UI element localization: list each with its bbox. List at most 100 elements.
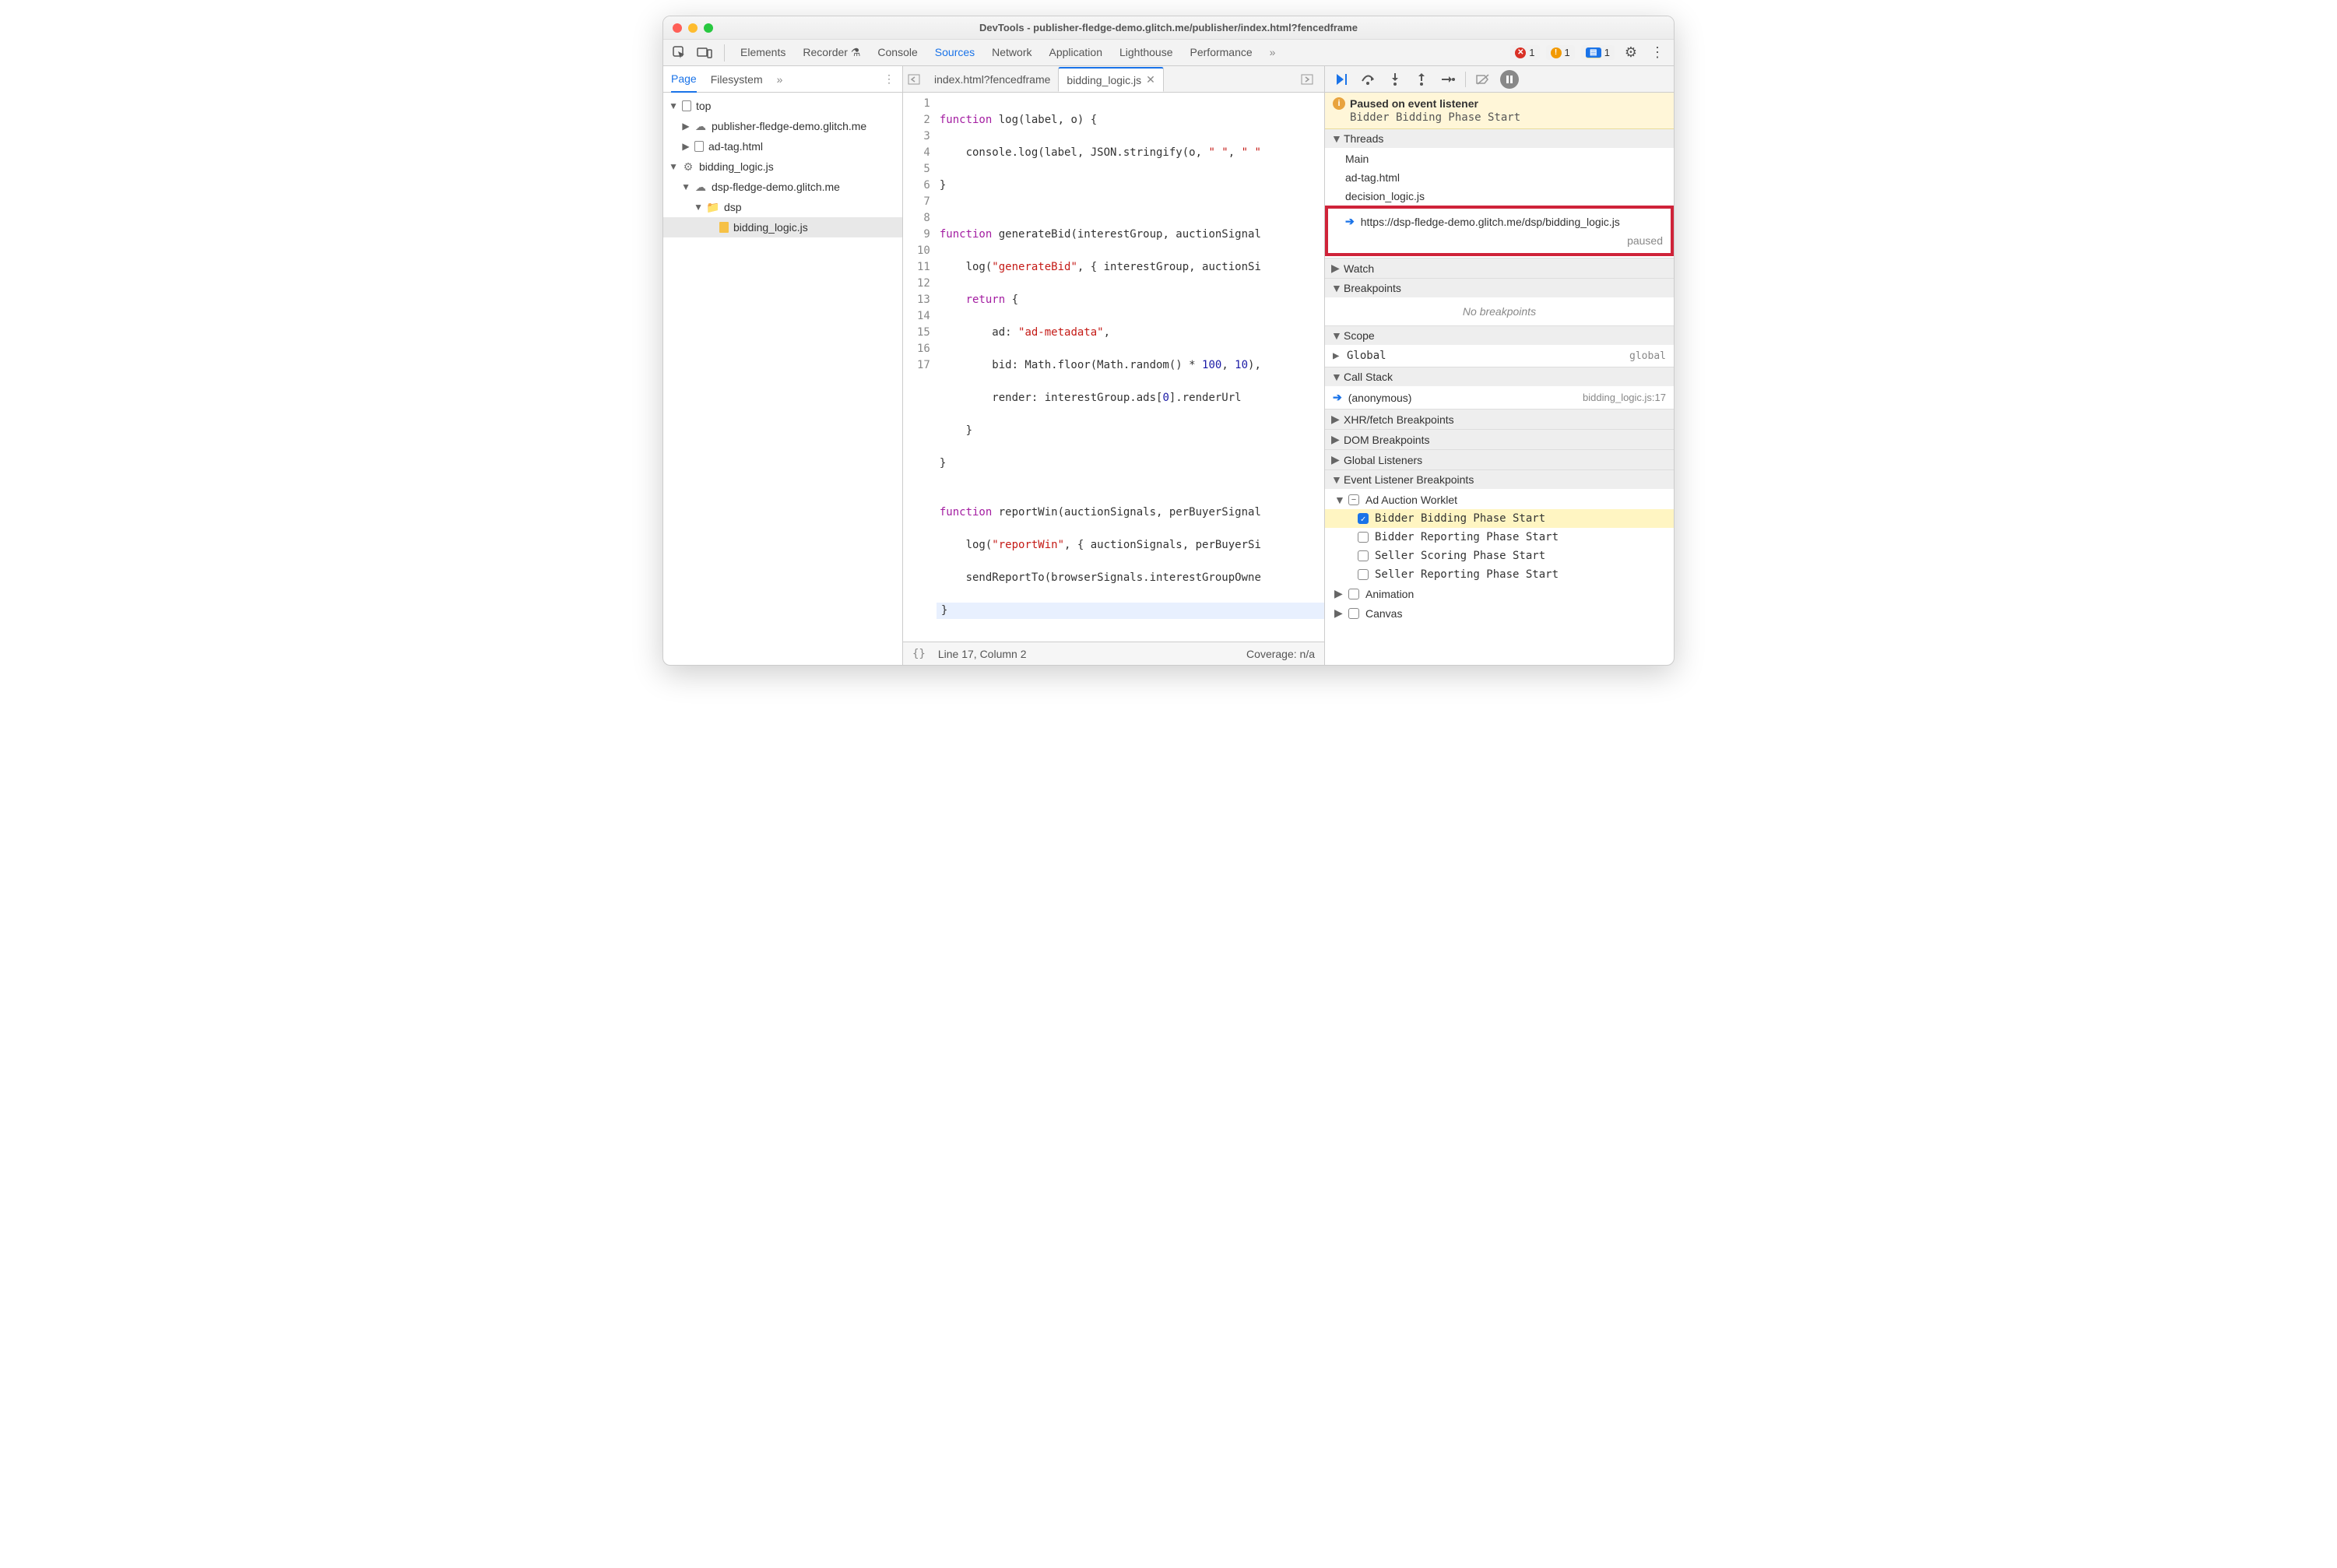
tab-sources[interactable]: Sources xyxy=(935,41,975,64)
tab-elements[interactable]: Elements xyxy=(740,41,785,64)
xhr-breakpoints-header[interactable]: ▶XHR/fetch Breakpoints xyxy=(1325,410,1674,429)
step-into-icon[interactable] xyxy=(1386,70,1404,89)
dom-breakpoints-section: ▶DOM Breakpoints xyxy=(1325,430,1674,450)
current-thread-arrow-icon: ➔ xyxy=(1345,215,1355,228)
devtools-window: DevTools - publisher-fledge-demo.glitch.… xyxy=(662,16,1675,666)
evbp-group-ad-auction[interactable]: ▼−Ad Auction Worklet xyxy=(1325,490,1674,509)
tree-publisher-domain[interactable]: ▶☁publisher-fledge-demo.glitch.me xyxy=(663,116,902,136)
global-listeners-header[interactable]: ▶Global Listeners xyxy=(1325,450,1674,469)
flask-icon: ⚗ xyxy=(851,41,861,63)
more-subtabs-icon[interactable]: » xyxy=(777,73,783,86)
device-mode-icon[interactable] xyxy=(694,43,715,63)
settings-icon[interactable]: ⚙ xyxy=(1621,43,1641,63)
cloud-icon: ☁ xyxy=(694,181,707,193)
tree-dsp-folder[interactable]: ▼📁dsp xyxy=(663,197,902,217)
more-tabs-icon[interactable]: » xyxy=(1270,41,1276,64)
evbp-bidder-reporting-start[interactable]: Bidder Reporting Phase Start xyxy=(1325,528,1674,547)
error-icon: ✕ xyxy=(1515,47,1526,58)
watch-header[interactable]: ▶Watch xyxy=(1325,258,1674,278)
warning-icon: ! xyxy=(1551,47,1562,58)
callstack-header[interactable]: ▼Call Stack xyxy=(1325,367,1674,386)
close-tab-icon[interactable]: ✕ xyxy=(1146,73,1155,86)
resume-icon[interactable] xyxy=(1333,70,1351,89)
thread-main[interactable]: Main xyxy=(1325,149,1674,168)
folder-icon: 📁 xyxy=(707,201,719,213)
inspect-element-icon[interactable] xyxy=(669,43,690,63)
kebab-menu-icon[interactable]: ⋮ xyxy=(1647,43,1668,63)
breakpoints-empty: No breakpoints xyxy=(1325,299,1674,324)
message-icon: ▤ xyxy=(1586,47,1601,58)
cursor-position: Line 17, Column 2 xyxy=(938,648,1027,660)
step-icon[interactable] xyxy=(1439,70,1457,89)
tree-top[interactable]: ▼top xyxy=(663,96,902,116)
subtab-filesystem[interactable]: Filesystem xyxy=(711,67,763,92)
cloud-icon: ☁ xyxy=(694,120,707,132)
editor-tab-bidding[interactable]: bidding_logic.js✕ xyxy=(1058,67,1163,92)
step-over-icon[interactable] xyxy=(1359,70,1378,89)
debugger-toolbar xyxy=(1325,66,1674,93)
tab-network[interactable]: Network xyxy=(992,41,1031,64)
dom-breakpoints-header[interactable]: ▶DOM Breakpoints xyxy=(1325,430,1674,449)
threads-header[interactable]: ▼Threads xyxy=(1325,129,1674,148)
global-listeners-section: ▶Global Listeners xyxy=(1325,450,1674,470)
step-out-icon[interactable] xyxy=(1412,70,1431,89)
xhr-breakpoints-section: ▶XHR/fetch Breakpoints xyxy=(1325,410,1674,430)
gear-icon: ⚙ xyxy=(682,160,694,173)
evbp-seller-scoring-start[interactable]: Seller Scoring Phase Start xyxy=(1325,547,1674,565)
navigator-menu-icon[interactable]: ⋮ xyxy=(884,72,894,86)
main-toolbar: Elements Recorder ⚗ Console Sources Netw… xyxy=(663,40,1674,66)
deactivate-breakpoints-icon[interactable] xyxy=(1474,70,1492,89)
tab-console[interactable]: Console xyxy=(877,41,917,64)
evbp-seller-reporting-start[interactable]: Seller Reporting Phase Start xyxy=(1325,565,1674,584)
current-frame-arrow-icon: ➔ xyxy=(1333,391,1342,404)
page-icon xyxy=(694,141,704,152)
line-gutter: 1234567891011121314151617 xyxy=(903,93,937,642)
thread-decision[interactable]: decision_logic.js xyxy=(1325,187,1674,206)
code-editor[interactable]: 1234567891011121314151617 function log(l… xyxy=(903,93,1324,642)
callstack-section: ▼Call Stack ➔(anonymous)bidding_logic.js… xyxy=(1325,367,1674,410)
scope-global[interactable]: ▶Globalglobal xyxy=(1325,346,1674,365)
page-icon xyxy=(682,100,691,111)
callstack-frame[interactable]: ➔(anonymous)bidding_logic.js:17 xyxy=(1325,388,1674,407)
event-listener-bp-header[interactable]: ▼Event Listener Breakpoints xyxy=(1325,470,1674,489)
panel-tabs: Elements Recorder ⚗ Console Sources Netw… xyxy=(740,41,1275,64)
evbp-group-animation[interactable]: ▶Animation xyxy=(1325,584,1674,603)
indeterminate-checkbox-icon[interactable]: − xyxy=(1348,494,1359,505)
checkbox-icon[interactable] xyxy=(1358,550,1369,561)
format-icon[interactable]: {} xyxy=(912,648,926,660)
scope-header[interactable]: ▼Scope xyxy=(1325,326,1674,345)
pause-icon[interactable] xyxy=(1500,70,1519,89)
evbp-bidder-bidding-start[interactable]: ✓Bidder Bidding Phase Start xyxy=(1325,509,1674,528)
checkbox-icon[interactable] xyxy=(1348,589,1359,599)
tree-adtag[interactable]: ▶ad-tag.html xyxy=(663,136,902,156)
tab-performance[interactable]: Performance xyxy=(1190,41,1253,64)
warning-count-badge[interactable]: !1 xyxy=(1546,45,1575,60)
js-file-icon xyxy=(719,222,729,233)
tree-bidding-worklet[interactable]: ▼⚙bidding_logic.js xyxy=(663,156,902,177)
tab-application[interactable]: Application xyxy=(1049,41,1103,64)
evbp-group-canvas[interactable]: ▶Canvas xyxy=(1325,603,1674,623)
thread-bidding-highlighted[interactable]: ➔ https://dsp-fledge-demo.glitch.me/dsp/… xyxy=(1325,206,1674,256)
tree-bidding-file[interactable]: bidding_logic.js xyxy=(663,217,902,237)
nav-back-icon[interactable] xyxy=(908,74,926,85)
checkbox-icon[interactable] xyxy=(1348,608,1359,619)
tab-lighthouse[interactable]: Lighthouse xyxy=(1119,41,1173,64)
watch-section: ▶Watch xyxy=(1325,258,1674,279)
checkbox-icon[interactable] xyxy=(1358,532,1369,543)
editor-statusbar: {} Line 17, Column 2 Coverage: n/a xyxy=(903,642,1324,665)
info-icon: i xyxy=(1333,97,1345,110)
message-count-badge[interactable]: ▤1 xyxy=(1581,45,1615,60)
breakpoints-header[interactable]: ▼Breakpoints xyxy=(1325,279,1674,297)
tab-recorder[interactable]: Recorder ⚗ xyxy=(803,41,860,64)
checkbox-icon[interactable] xyxy=(1358,569,1369,580)
tree-dsp-domain[interactable]: ▼☁dsp-fledge-demo.glitch.me xyxy=(663,177,902,197)
editor-panel: index.html?fencedframe bidding_logic.js✕… xyxy=(903,66,1325,665)
checkbox-icon[interactable]: ✓ xyxy=(1358,513,1369,524)
navigator-panel: Page Filesystem » ⋮ ▼top ▶☁publisher-fle… xyxy=(663,66,903,665)
editor-tab-index[interactable]: index.html?fencedframe xyxy=(926,69,1058,90)
error-count-badge[interactable]: ✕1 xyxy=(1510,45,1539,60)
subtab-page[interactable]: Page xyxy=(671,66,697,93)
titlebar: DevTools - publisher-fledge-demo.glitch.… xyxy=(663,16,1674,40)
nav-forward-icon[interactable] xyxy=(1301,74,1320,85)
thread-adtag[interactable]: ad-tag.html xyxy=(1325,168,1674,187)
